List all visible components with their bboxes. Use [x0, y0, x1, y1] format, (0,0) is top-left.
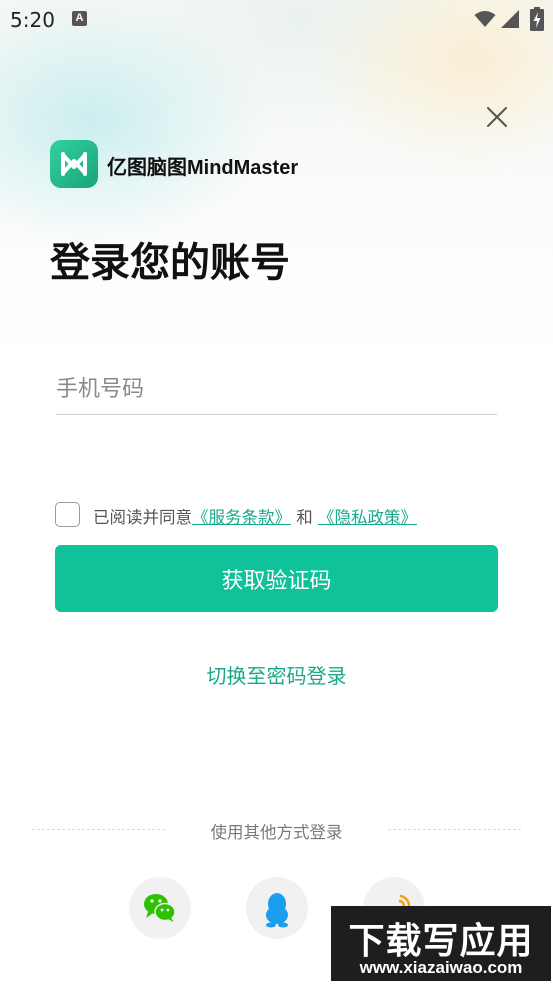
- status-bar: 5:20 A: [0, 0, 553, 38]
- status-time: 5:20: [10, 8, 55, 32]
- page-title: 登录您的账号: [50, 240, 290, 286]
- qq-login-button[interactable]: [246, 877, 308, 939]
- privacy-policy-link[interactable]: 《隐私政策》: [318, 508, 417, 527]
- close-icon[interactable]: [486, 106, 508, 128]
- agreement-checkbox[interactable]: [55, 502, 80, 527]
- switch-to-password-login-link[interactable]: 切换至密码登录: [0, 660, 553, 689]
- phone-number-input[interactable]: [56, 360, 497, 415]
- app-name: 亿图脑图MindMaster: [107, 157, 299, 179]
- wifi-icon: [474, 11, 496, 27]
- watermark-title: 下载写应用: [348, 921, 534, 962]
- agreement-conjunction: 和: [296, 508, 313, 527]
- qq-icon: [266, 893, 288, 928]
- a-notification-icon: A: [72, 11, 87, 26]
- signal-icon: [501, 10, 519, 28]
- mindmaster-logo-icon: [50, 140, 98, 188]
- other-login-methods-label: 使用其他方式登录: [210, 823, 343, 842]
- wechat-login-button[interactable]: [129, 877, 191, 939]
- watermark-banner: 下载写应用 www.xiazaiwao.com: [331, 906, 551, 981]
- watermark-url: www.xiazaiwao.com: [359, 958, 523, 977]
- battery-charging-icon: [530, 7, 544, 31]
- get-verification-code-button[interactable]: 获取验证码: [55, 545, 498, 612]
- agreement-text: 已阅读并同意《服务条款》 和 《隐私政策》: [93, 504, 417, 528]
- wechat-icon: [144, 894, 176, 922]
- agreement-prefix: 已阅读并同意: [93, 508, 192, 527]
- divider-right: [388, 829, 521, 830]
- terms-of-service-link[interactable]: 《服务条款》: [192, 508, 291, 527]
